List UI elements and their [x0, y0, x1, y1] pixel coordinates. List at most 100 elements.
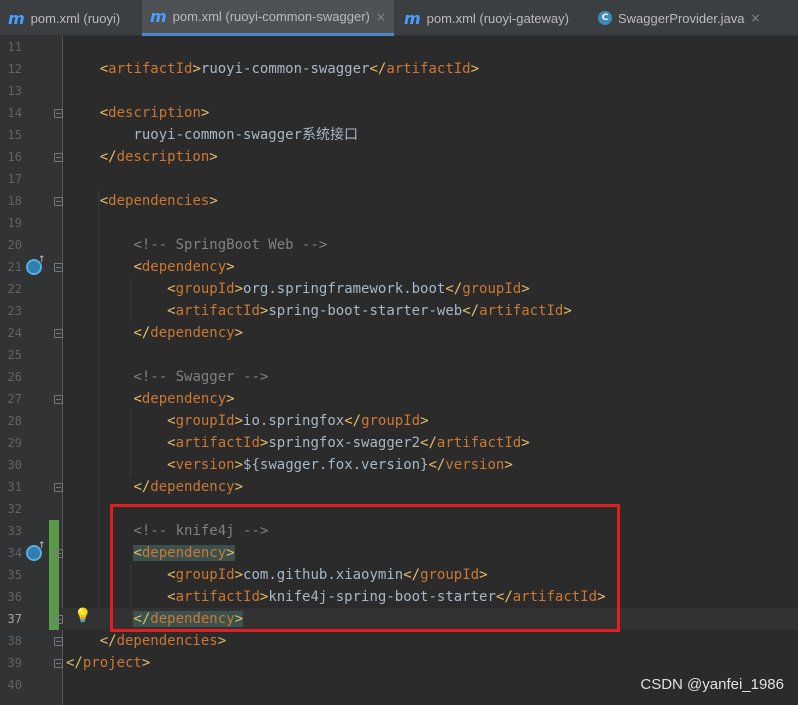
maven-icon: m [404, 8, 421, 28]
code-line[interactable]: 15 ruoyi-common-swagger系统接口 [0, 124, 798, 146]
fold-icon[interactable] [54, 615, 63, 624]
tab-label: pom.xml (ruoyi) [30, 10, 121, 26]
lightbulb-icon[interactable]: 💡 [74, 608, 91, 624]
line-number: 20 [7, 238, 22, 252]
code-line[interactable]: 17 [0, 168, 798, 190]
line-number: 39 [7, 656, 22, 670]
code-line[interactable]: 38 </dependencies> [0, 630, 798, 652]
line-number: 17 [7, 172, 22, 186]
code-text: <!-- Swagger --> [133, 369, 269, 385]
highlight-box [110, 504, 620, 632]
close-icon[interactable]: × [750, 11, 760, 25]
code-line[interactable]: 26 <!-- Swagger --> [0, 366, 798, 388]
line-number: 22 [7, 282, 22, 296]
fold-icon[interactable] [54, 109, 63, 118]
line-number: 11 [7, 40, 22, 54]
fold-icon[interactable] [54, 483, 63, 492]
code-text: <dependency> [133, 259, 235, 275]
code-line[interactable]: 25 [0, 344, 798, 366]
fold-icon[interactable] [54, 659, 63, 668]
tab-pom-ruoyi-common-swagger[interactable]: m pom.xml (ruoyi-common-swagger) × [142, 0, 394, 36]
code-line[interactable]: 28 <groupId>io.springfox</groupId> [0, 410, 798, 432]
maven-dependency-icon[interactable] [26, 541, 46, 561]
line-number: 28 [7, 414, 22, 428]
code-line[interactable]: 22 <groupId>org.springframework.boot</gr… [0, 278, 798, 300]
line-number: 31 [7, 480, 22, 494]
code-line[interactable]: 13 [0, 80, 798, 102]
class-icon: C [598, 11, 612, 25]
code-line[interactable]: 12 <artifactId>ruoyi-common-swagger</art… [0, 58, 798, 80]
code-text: </dependencies> [99, 633, 227, 649]
code-text: <groupId>org.springframework.boot</group… [167, 281, 530, 297]
tab-pom-ruoyi[interactable]: m pom.xml (ruoyi) [0, 0, 140, 36]
line-number: 15 [7, 128, 22, 142]
line-number: 32 [7, 502, 22, 516]
code-text: </description> [99, 149, 218, 165]
line-number: 18 [7, 194, 22, 208]
tab-label: pom.xml (ruoyi-gateway) [426, 10, 569, 26]
line-number: 23 [7, 304, 22, 318]
code-line[interactable]: 31 </dependency> [0, 476, 798, 498]
code-line[interactable]: 27 <dependency> [0, 388, 798, 410]
line-number: 40 [7, 678, 22, 692]
watermark: CSDN @yanfei_1986 [640, 676, 784, 693]
tab-pom-ruoyi-gateway[interactable]: m pom.xml (ruoyi-gateway) [396, 0, 590, 36]
maven-dependency-icon[interactable] [26, 255, 46, 275]
line-number: 16 [7, 150, 22, 164]
line-number: 14 [7, 106, 22, 120]
maven-icon: m [150, 7, 167, 26]
fold-icon[interactable] [54, 395, 63, 404]
code-text: <artifactId>spring-boot-starter-web</art… [167, 303, 572, 319]
line-number: 37 [7, 612, 22, 626]
code-text: <groupId>io.springfox</groupId> [167, 413, 429, 429]
tab-label: pom.xml (ruoyi-common-swagger) [172, 9, 370, 24]
line-number: 12 [7, 62, 22, 76]
line-number: 26 [7, 370, 22, 384]
maven-icon: m [8, 8, 25, 28]
line-number: 27 [7, 392, 22, 406]
code-text: <artifactId>springfox-swagger2</artifact… [167, 435, 530, 451]
code-line[interactable]: 14 <description> [0, 102, 798, 124]
line-number: 19 [7, 216, 22, 230]
code-line[interactable]: 19 [0, 212, 798, 234]
close-icon[interactable]: × [376, 10, 386, 24]
code-text: </dependency> [133, 479, 244, 495]
tab-label: SwaggerProvider.java [618, 10, 745, 26]
code-text: <description> [99, 105, 210, 121]
line-number: 30 [7, 458, 22, 472]
line-number: 33 [7, 524, 22, 538]
line-number: 24 [7, 326, 22, 340]
fold-icon[interactable] [54, 153, 63, 162]
line-number: 13 [7, 84, 22, 98]
line-number: 21 [7, 260, 22, 274]
code-text: <artifactId>ruoyi-common-swagger</artifa… [99, 61, 480, 77]
vcs-change-marker[interactable] [49, 520, 59, 630]
code-text: </project> [66, 655, 151, 671]
code-text: ruoyi-common-swagger系统接口 [66, 127, 359, 143]
editor-tab-bar: m pom.xml (ruoyi) m pom.xml (ruoyi-commo… [0, 0, 798, 36]
code-line[interactable]: 11 [0, 36, 798, 58]
code-line[interactable]: 29 <artifactId>springfox-swagger2</artif… [0, 432, 798, 454]
code-text: </dependency> [133, 325, 244, 341]
code-line[interactable]: 39 </project> [0, 652, 798, 674]
fold-icon[interactable] [54, 329, 63, 338]
code-line[interactable]: 23 <artifactId>spring-boot-starter-web</… [0, 300, 798, 322]
code-line[interactable]: 16 </description> [0, 146, 798, 168]
code-text: <version>${swagger.fox.version}</version… [167, 457, 513, 473]
code-line[interactable]: 18 <dependencies> [0, 190, 798, 212]
line-number: 35 [7, 568, 22, 582]
tab-swagger-provider-java[interactable]: C SwaggerProvider.java × [590, 0, 790, 36]
line-number: 29 [7, 436, 22, 450]
code-line[interactable]: 30 <version>${swagger.fox.version}</vers… [0, 454, 798, 476]
fold-icon[interactable] [54, 549, 63, 558]
fold-icon[interactable] [54, 637, 63, 646]
fold-icon[interactable] [54, 197, 63, 206]
line-number: 34 [7, 546, 22, 560]
code-text: <dependency> [133, 391, 235, 407]
fold-icon[interactable] [54, 263, 63, 272]
code-line[interactable]: 24 </dependency> [0, 322, 798, 344]
line-number: 38 [7, 634, 22, 648]
code-line[interactable]: 20 <!-- SpringBoot Web --> [0, 234, 798, 256]
line-number: 25 [7, 348, 22, 362]
code-line[interactable]: 21 <dependency> [0, 256, 798, 278]
